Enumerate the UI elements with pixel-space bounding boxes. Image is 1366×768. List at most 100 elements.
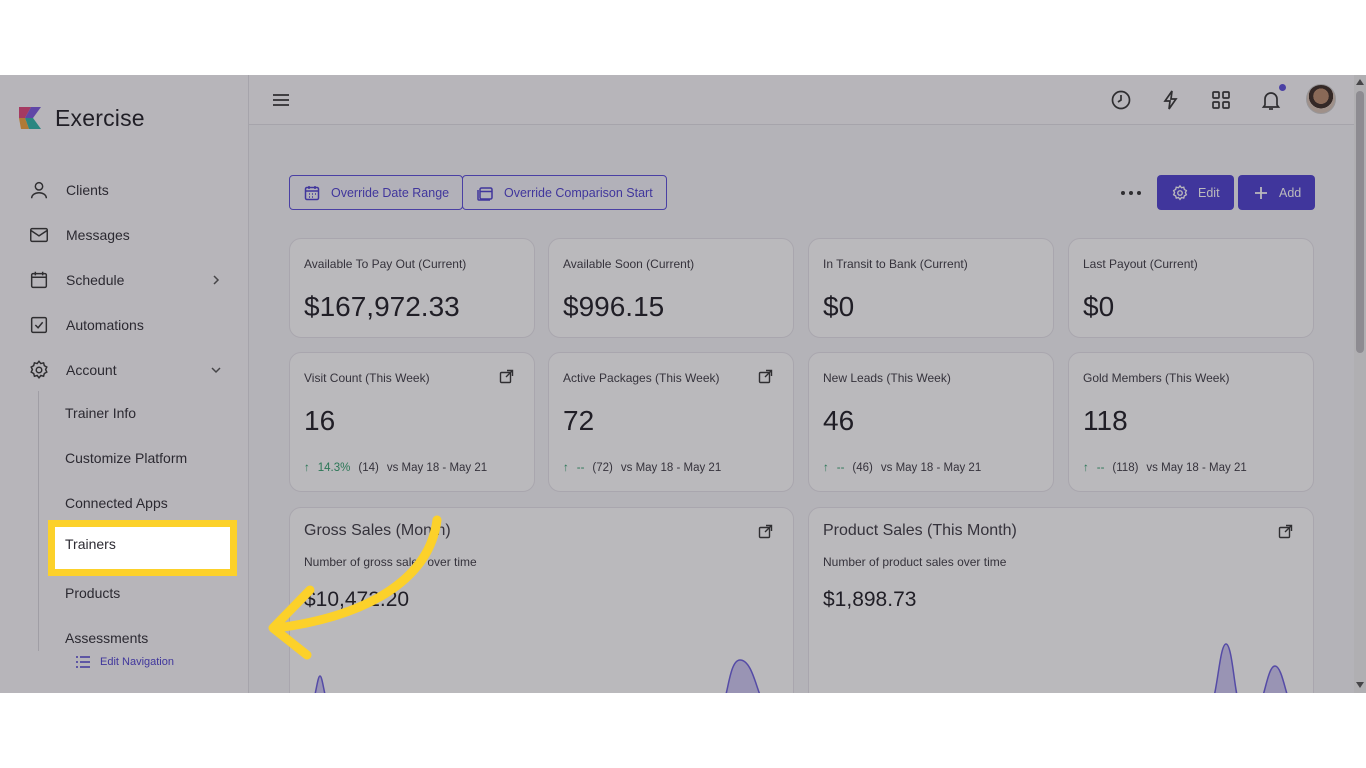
sidebar-subitem-connected-apps[interactable]: Connected Apps bbox=[65, 491, 168, 515]
arrow-up-icon: ↑ bbox=[823, 462, 829, 474]
history-icon[interactable] bbox=[1109, 88, 1133, 112]
sidebar-item-label: Schedule bbox=[66, 272, 125, 288]
edit-button[interactable]: Edit bbox=[1157, 175, 1234, 210]
gear-icon bbox=[1172, 184, 1188, 200]
stat-card: Last Payout (Current) $0 bbox=[1068, 238, 1314, 338]
card-label: Available To Pay Out (Current) bbox=[304, 257, 467, 271]
card-value: $0 bbox=[823, 291, 855, 322]
card-label: Available Soon (Current) bbox=[563, 257, 695, 271]
card-subtitle: Number of product sales over time bbox=[823, 555, 1007, 569]
card-value: $0 bbox=[1083, 291, 1115, 322]
external-link-icon[interactable] bbox=[758, 524, 773, 539]
highlighted-trainers-label: Trainers bbox=[65, 536, 116, 552]
override-comparison-start-button[interactable]: Override Comparison Start bbox=[462, 175, 667, 210]
brand-logo-icon bbox=[19, 107, 41, 129]
trend-change: -- bbox=[1096, 462, 1105, 474]
list-icon bbox=[76, 656, 90, 668]
external-link-icon[interactable] bbox=[499, 369, 514, 384]
avatar[interactable] bbox=[1306, 84, 1336, 114]
sidebar-item-label: Messages bbox=[66, 227, 130, 243]
notification-dot bbox=[1279, 84, 1286, 91]
card-trend: ↑ 14.3% (14) vs May 18 - May 21 bbox=[304, 462, 487, 474]
edit-navigation-label: Edit Navigation bbox=[100, 656, 174, 668]
external-link-icon[interactable] bbox=[758, 369, 773, 384]
sparkline bbox=[314, 659, 761, 693]
edit-navigation-link[interactable]: Edit Navigation bbox=[75, 655, 174, 669]
scrollbar[interactable] bbox=[1354, 75, 1366, 693]
trend-period: vs May 18 - May 21 bbox=[620, 462, 722, 474]
sidebar-item-automations[interactable]: Automations bbox=[28, 310, 223, 340]
trend-prev: (14) bbox=[358, 462, 379, 474]
arrow-up-icon: ↑ bbox=[1083, 462, 1089, 474]
card-value: 16 bbox=[304, 405, 336, 436]
trend-period: vs May 18 - May 21 bbox=[1146, 462, 1247, 474]
sparkline-area bbox=[314, 659, 761, 693]
sidebar-subitem-trainer-info[interactable]: Trainer Info bbox=[65, 401, 136, 425]
trend-prev: (118) bbox=[1112, 462, 1139, 474]
stat-card: New Leads (This Week) 46 ↑ -- (46) vs Ma… bbox=[808, 352, 1054, 492]
card-value: 72 bbox=[563, 405, 595, 436]
brand[interactable]: Exercise bbox=[17, 103, 145, 133]
calendar-compare-icon bbox=[477, 186, 493, 201]
sidebar-subitem-products[interactable]: Products bbox=[65, 581, 120, 605]
sparkline bbox=[1213, 643, 1288, 693]
chart-card: Gross Sales (Month) Number of gross sale… bbox=[289, 507, 794, 693]
card-value: $167,972.33 bbox=[304, 291, 460, 322]
user-icon bbox=[30, 181, 48, 199]
card-value: 46 bbox=[823, 405, 855, 436]
sidebar-subitem-assessments[interactable]: Assessments bbox=[65, 626, 148, 650]
scroll-thumb[interactable] bbox=[1356, 91, 1364, 353]
sidebar-item-label: Clients bbox=[66, 182, 109, 198]
calendar-icon bbox=[304, 185, 320, 200]
override-comparison-start-label: Override Comparison Start bbox=[504, 185, 653, 200]
checkbox-icon bbox=[30, 316, 48, 334]
external-link-icon[interactable] bbox=[1278, 524, 1293, 539]
sidebar-item-messages[interactable]: Messages bbox=[28, 220, 223, 250]
submenu-line bbox=[38, 391, 39, 651]
card-trend: ↑ -- (72) vs May 18 - May 21 bbox=[563, 462, 721, 474]
grid-icon[interactable] bbox=[1209, 88, 1233, 112]
sidebar-item-clients[interactable]: Clients bbox=[28, 175, 223, 205]
trend-prev: (46) bbox=[852, 462, 873, 474]
more-options-icon[interactable] bbox=[1121, 183, 1141, 203]
card-value: $996.15 bbox=[563, 291, 665, 322]
sidebar-subitem-customize-platform[interactable]: Customize Platform bbox=[65, 446, 187, 470]
card-label: Last Payout (Current) bbox=[1083, 257, 1198, 271]
override-date-range-label: Override Date Range bbox=[331, 185, 450, 200]
sidebar-item-label: Automations bbox=[66, 317, 144, 333]
bolt-icon[interactable] bbox=[1159, 88, 1183, 112]
edit-button-label: Edit bbox=[1198, 185, 1220, 200]
topbar bbox=[249, 75, 1354, 125]
stat-card: Gold Members (This Week) 118 ↑ -- (118) … bbox=[1068, 352, 1314, 492]
app-window: Exercise Clients Messages Schedule Autom… bbox=[0, 75, 1366, 693]
card-subtitle: Number of gross sales over time bbox=[304, 555, 477, 569]
card-label: Visit Count (This Week) bbox=[304, 371, 430, 385]
sidebar-item-account[interactable]: Account bbox=[28, 355, 223, 385]
gear-icon bbox=[30, 360, 48, 379]
card-label: In Transit to Bank (Current) bbox=[823, 257, 968, 271]
sidebar-item-schedule[interactable]: Schedule bbox=[28, 265, 223, 295]
card-trend: ↑ -- (46) vs May 18 - May 21 bbox=[823, 462, 981, 474]
stat-card: Available To Pay Out (Current) $167,972.… bbox=[289, 238, 535, 338]
card-label: Active Packages (This Week) bbox=[563, 371, 720, 385]
scroll-down-arrow[interactable] bbox=[1356, 682, 1364, 688]
plus-icon bbox=[1255, 186, 1267, 199]
chevron-right-icon bbox=[213, 275, 220, 285]
arrow-up-icon: ↑ bbox=[304, 462, 310, 474]
hamburger-menu-icon[interactable] bbox=[269, 88, 293, 112]
sidebar: Exercise Clients Messages Schedule Autom… bbox=[0, 75, 249, 693]
trend-period: vs May 18 - May 21 bbox=[386, 462, 488, 474]
brand-name: Exercise bbox=[55, 104, 145, 131]
highlight-box: Trainers bbox=[48, 520, 237, 576]
add-button[interactable]: Add bbox=[1238, 175, 1316, 210]
trend-change: -- bbox=[836, 462, 845, 474]
bell-icon[interactable] bbox=[1259, 88, 1283, 112]
arrow-up-icon: ↑ bbox=[563, 462, 569, 474]
stat-card: Active Packages (This Week) 72 ↑ -- (72)… bbox=[548, 352, 794, 492]
chevron-down-icon bbox=[211, 367, 221, 374]
trend-change: 14.3% bbox=[317, 462, 351, 474]
card-trend: ↑ -- (118) vs May 18 - May 21 bbox=[1083, 462, 1247, 474]
scroll-up-arrow[interactable] bbox=[1356, 79, 1364, 85]
card-value: $10,472.20 bbox=[304, 588, 410, 611]
override-date-range-button[interactable]: Override Date Range bbox=[289, 175, 464, 210]
